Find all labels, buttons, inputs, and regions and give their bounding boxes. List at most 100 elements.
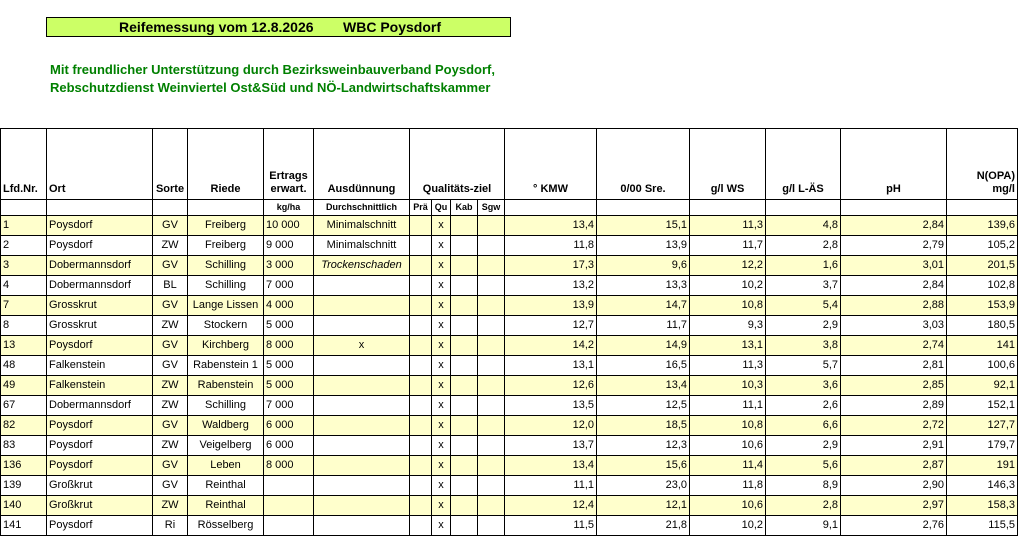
cell-las: 9,1 xyxy=(765,515,841,536)
cell-nopa: 201,5 xyxy=(946,255,1018,276)
cell-las: 5,4 xyxy=(765,295,841,316)
cell-ort: Großkrut xyxy=(46,475,153,496)
cell-qu: x xyxy=(431,315,451,336)
cell-kmw: 14,2 xyxy=(504,335,597,356)
cell-pra xyxy=(409,315,432,336)
cell-lfd-nr: 48 xyxy=(0,355,47,376)
table-row: 49 Falkenstein ZW Rabenstein 5 000 x 12,6 13,4 1… xyxy=(0,375,1018,396)
subheader-empty xyxy=(689,199,766,216)
cell-kab xyxy=(450,455,478,476)
cell-ws: 11,3 xyxy=(689,215,766,236)
cell-ausduennung: Minimalschnitt xyxy=(313,235,410,256)
cell-ausduennung xyxy=(313,515,410,536)
cell-ort: Falkenstein xyxy=(46,375,153,396)
cell-riede: Rabenstein 1 xyxy=(187,355,264,376)
cell-ws: 11,7 xyxy=(689,235,766,256)
cell-sre: 12,1 xyxy=(596,495,690,516)
cell-kmw: 13,4 xyxy=(504,455,597,476)
cell-ertrag: 4 000 xyxy=(263,295,314,316)
cell-qu: x xyxy=(431,355,451,376)
cell-ort: Poysdorf xyxy=(46,215,153,236)
cell-sgw xyxy=(477,255,505,276)
table-row: 83 Poysdorf ZW Veigelberg 6 000 x 13,7 12,3 10,6… xyxy=(0,435,1018,456)
cell-ws: 13,1 xyxy=(689,335,766,356)
cell-ph: 2,74 xyxy=(840,335,947,356)
cell-ausduennung xyxy=(313,415,410,436)
cell-ausduennung xyxy=(313,475,410,496)
cell-nopa: 139,6 xyxy=(946,215,1018,236)
cell-nopa: 102,8 xyxy=(946,275,1018,296)
subheader-kab: Kab xyxy=(450,199,478,216)
cell-pra xyxy=(409,515,432,536)
cell-ort: Dobermannsdorf xyxy=(46,275,153,296)
cell-pra xyxy=(409,375,432,396)
cell-sgw xyxy=(477,415,505,436)
cell-lfd-nr: 1 xyxy=(0,215,47,236)
cell-sgw xyxy=(477,335,505,356)
subheader-kg-ha: kg/ha xyxy=(263,199,314,216)
cell-ertrag: 3 000 xyxy=(263,255,314,276)
cell-pra xyxy=(409,255,432,276)
cell-ausduennung xyxy=(313,275,410,296)
cell-ph: 2,79 xyxy=(840,235,947,256)
cell-riede: Lange Lissen xyxy=(187,295,264,316)
cell-qu: x xyxy=(431,395,451,416)
cell-ausduennung: x xyxy=(313,335,410,356)
cell-sorte: GV xyxy=(152,475,188,496)
cell-pra xyxy=(409,495,432,516)
cell-kmw: 12,4 xyxy=(504,495,597,516)
cell-kmw: 11,8 xyxy=(504,235,597,256)
col-header-nopa: N(OPA) mg/l xyxy=(946,128,1018,200)
cell-sgw xyxy=(477,315,505,336)
table-row: 8 Grosskrut ZW Stockern 5 000 x 12,7 11,7 9,3 2,9… xyxy=(0,315,1018,336)
cell-las: 4,8 xyxy=(765,215,841,236)
cell-ws: 11,4 xyxy=(689,455,766,476)
cell-pra xyxy=(409,415,432,436)
cell-sgw xyxy=(477,475,505,496)
cell-sre: 15,1 xyxy=(596,215,690,236)
cell-ertrag xyxy=(263,495,314,516)
cell-kab xyxy=(450,415,478,436)
cell-ph: 2,91 xyxy=(840,435,947,456)
subheader-empty xyxy=(765,199,841,216)
cell-ertrag: 5 000 xyxy=(263,315,314,336)
cell-ph: 2,76 xyxy=(840,515,947,536)
cell-sorte: GV xyxy=(152,255,188,276)
cell-sre: 13,9 xyxy=(596,235,690,256)
cell-pra xyxy=(409,355,432,376)
cell-sorte: GV xyxy=(152,215,188,236)
cell-ertrag: 8 000 xyxy=(263,335,314,356)
table-row: 48 Falkenstein GV Rabenstein 15 000 x 13,1 16,… xyxy=(0,355,1018,376)
cell-ausduennung xyxy=(313,315,410,336)
header-row: Lfd.Nr. Ort Sorte Riede Ertrags erwart. A… xyxy=(0,128,1018,200)
cell-ph: 2,87 xyxy=(840,455,947,476)
cell-kmw: 12,7 xyxy=(504,315,597,336)
cell-lfd-nr: 82 xyxy=(0,415,47,436)
cell-sre: 13,4 xyxy=(596,375,690,396)
subheader-empty xyxy=(187,199,264,216)
cell-ausduennung xyxy=(313,395,410,416)
cell-qu: x xyxy=(431,375,451,396)
cell-kmw: 17,3 xyxy=(504,255,597,276)
cell-ertrag: 5 000 xyxy=(263,375,314,396)
cell-lfd-nr: 140 xyxy=(0,495,47,516)
cell-nopa: 158,3 xyxy=(946,495,1018,516)
cell-ws: 11,8 xyxy=(689,475,766,496)
cell-las: 2,8 xyxy=(765,495,841,516)
cell-ws: 10,2 xyxy=(689,515,766,536)
cell-ph: 2,90 xyxy=(840,475,947,496)
cell-sre: 12,3 xyxy=(596,435,690,456)
cell-riede: Kirchberg xyxy=(187,335,264,356)
cell-qu: x xyxy=(431,335,451,356)
cell-ertrag: 9 000 xyxy=(263,235,314,256)
cell-riede: Veigelberg xyxy=(187,435,264,456)
cell-sorte: BL xyxy=(152,275,188,296)
cell-pra xyxy=(409,275,432,296)
cell-riede: Rösselberg xyxy=(187,515,264,536)
cell-pra xyxy=(409,435,432,456)
cell-riede: Reinthal xyxy=(187,495,264,516)
cell-sorte: ZW xyxy=(152,395,188,416)
subheader-pra: Prä xyxy=(409,199,432,216)
cell-sorte: GV xyxy=(152,415,188,436)
measurement-table: Lfd.Nr. Ort Sorte Riede Ertrags erwart. A… xyxy=(0,128,1018,536)
